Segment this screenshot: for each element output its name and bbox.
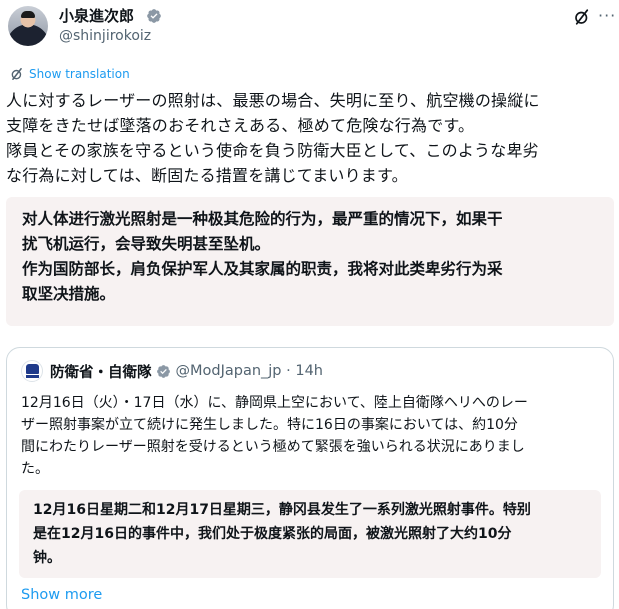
quoted-handle-time[interactable]: @ModJapan_jp · 14h <box>176 363 323 379</box>
quoted-translation-box: 12月16日星期二和12月17日星期三，静冈县发生了一系列激光照射事件。特别 是… <box>19 490 601 578</box>
show-translation-link[interactable]: Show translation <box>10 66 130 82</box>
author-name[interactable]: 小泉進次郎 <box>59 7 134 25</box>
quoted-translation-line: 12月16日星期二和12月17日星期三，静冈县发生了一系列激光照射事件。特别 <box>33 502 531 518</box>
verified-badge-icon <box>147 9 161 23</box>
quoted-translation-line: 钟。 <box>33 550 61 566</box>
quoted-author-name[interactable]: 防衛省・自衛隊 <box>50 361 152 382</box>
post-line: な行為に対しては、断固たる措置を講じてまいります。 <box>6 166 408 185</box>
post-line: 人に対するレーザーの照射は、最悪の場合、失明に至り、航空機の操縦に <box>6 91 540 110</box>
more-icon[interactable]: ··· <box>598 6 616 25</box>
show-translation-label[interactable]: Show translation <box>29 67 130 81</box>
show-more-link[interactable]: Show more <box>21 587 102 603</box>
post-header: 小泉進次郎 @shinjirokoiz ··· <box>6 4 616 48</box>
translation-line: 对人体进行激光照射是一种极其危险的行为，最严重的情况下，如果干 <box>22 210 503 228</box>
quoted-avatar[interactable] <box>21 360 43 382</box>
translation-line: 作为国防部长，肩负保护军人及其家属的职责，我将对此类卑劣行为采 <box>22 260 503 278</box>
translation-line: 取坚决措施。 <box>22 285 116 303</box>
translation-line: 扰飞机运行，会导致失明甚至坠机。 <box>22 235 271 253</box>
post-text-japanese: 人に対するレーザーの照射は、最悪の場合、失明に至り、航空機の操縦に 支障をきたせ… <box>6 88 616 188</box>
quoted-line: 12月16日（火）・17日（水）に、静岡県上空において、陸上自衛隊ヘリへのレー <box>21 395 528 411</box>
author-handle[interactable]: @shinjirokoiz <box>59 27 151 45</box>
grok-icon[interactable] <box>573 8 591 26</box>
quoted-line: 間にわたりレーザー照射を受けるという極めて緊張を強いられる状況にありまし <box>21 439 525 455</box>
quoted-post-header: 防衛省・自衛隊 @ModJapan_jp · 14h <box>21 360 323 382</box>
quoted-translation-line: 是在12月16日的事件中，我们处于极度紧张的局面，被激光照射了大约10分 <box>33 526 512 542</box>
quoted-post[interactable]: 防衛省・自衛隊 @ModJapan_jp · 14h 12月16日（火）・17日… <box>6 347 614 609</box>
quoted-line: ザー照射事案が立て続けに発生しました。特に16日の事案においては、約10分 <box>21 417 518 433</box>
quoted-text-japanese: 12月16日（火）・17日（水）に、静岡県上空において、陸上自衛隊ヘリへのレー … <box>21 392 606 480</box>
translate-icon <box>11 67 22 81</box>
avatar[interactable] <box>8 6 48 46</box>
quoted-line: た。 <box>21 461 49 477</box>
verified-badge-icon <box>156 364 170 378</box>
post-line: 隊員とその家族を守るという使命を負う防衛大臣として、このような卑劣 <box>6 141 539 160</box>
post-line: 支障をきたせば墜落のおそれさえある、極めて危険な行為です。 <box>6 116 475 135</box>
post-translation-box: 对人体进行激光照射是一种极其危险的行为，最严重的情况下，如果干 扰飞机运行，会导… <box>6 197 614 326</box>
